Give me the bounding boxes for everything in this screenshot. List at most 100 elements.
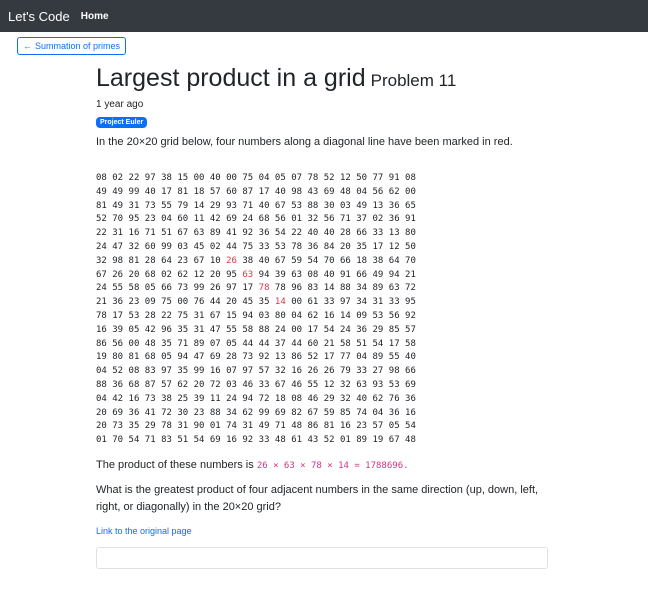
grid-cell: 81 [177, 186, 189, 197]
grid-cell: 52 [307, 352, 319, 363]
grid-cell: 57 [405, 324, 416, 335]
grid-cell: 57 [258, 366, 270, 377]
brand-link[interactable]: Let's Code [8, 9, 70, 24]
grid-cell: 39 [274, 269, 286, 280]
grid-cell: 04 [356, 186, 368, 197]
grid-cell: 69 [226, 214, 237, 225]
grid-cell: 85 [339, 407, 351, 418]
grid-cell: 81 [128, 352, 140, 363]
nav-home-link[interactable]: Home [81, 11, 109, 22]
grid-cell: 99 [161, 241, 172, 252]
grid-cell: 97 [144, 173, 156, 183]
grid-cell-highlighted: 63 [242, 269, 254, 280]
grid-cell: 02 [209, 241, 221, 252]
grid-cell: 78 [161, 421, 172, 432]
grid-cell: 73 [144, 200, 156, 211]
previous-problem-button[interactable]: ← Summation of primes [17, 37, 127, 55]
grid-cell: 47 [193, 352, 205, 363]
grid-cell: 96 [161, 324, 172, 335]
grid-cell: 03 [226, 379, 237, 390]
grid-cell: 89 [372, 352, 384, 363]
grid-cell: 40 [274, 186, 286, 197]
grid-cell: 34 [356, 283, 368, 294]
navbar: Let's Code Home [0, 0, 648, 32]
grid-cell: 72 [209, 379, 221, 390]
grid-cell: 60 [177, 214, 189, 225]
grid-cell: 32 [274, 366, 286, 377]
grid-cell: 76 [388, 393, 400, 404]
grid-cell: 42 [144, 324, 156, 335]
grid-cell: 18 [356, 255, 368, 266]
grid-cell: 00 [193, 173, 205, 183]
grid-cell: 67 [96, 269, 107, 280]
grid-cell: 36 [307, 241, 319, 252]
original-page-link[interactable]: Link to the original page [96, 526, 548, 536]
grid-cell: 17 [323, 352, 335, 363]
grid-cell: 32 [307, 214, 319, 225]
grid-cell: 67 [193, 255, 205, 266]
grid-row: 86 56 00 48 35 71 89 07 05 44 44 37 44 6… [96, 339, 416, 349]
grid-cell: 78 [291, 241, 303, 252]
grid-cell: 97 [226, 283, 237, 294]
grid-cell: 51 [356, 338, 368, 349]
grid-cell: 05 [274, 173, 286, 183]
grid-cell: 41 [226, 228, 237, 239]
grid-cell: 03 [339, 200, 351, 211]
grid-cell: 11 [209, 393, 221, 404]
grid-cell: 54 [323, 324, 335, 335]
tag-badge[interactable]: Project Euler [96, 117, 148, 128]
grid-cell: 26 [307, 366, 319, 377]
grid-cell: 52 [323, 435, 335, 446]
grid-cell: 34 [226, 407, 237, 418]
grid-cell: 21 [405, 269, 416, 280]
grid-cell: 33 [356, 366, 368, 377]
grid-cell: 04 [258, 173, 270, 183]
comment-input[interactable] [96, 546, 548, 569]
grid-cell: 29 [372, 324, 384, 335]
grid-cell: 53 [388, 379, 400, 390]
grid-cell: 68 [144, 269, 156, 280]
grid-row: 22 31 16 71 51 67 63 89 41 92 36 54 22 4… [96, 228, 416, 238]
grid-cell: 86 [307, 421, 319, 432]
grid-cell: 69 [405, 379, 416, 390]
grid-cell: 33 [258, 241, 270, 252]
grid-cell: 03 [177, 241, 189, 252]
grid-cell: 71 [339, 214, 351, 225]
grid-cell: 13 [372, 200, 384, 211]
grid-cell: 75 [242, 173, 254, 183]
grid-cell: 88 [96, 379, 107, 390]
grid-cell: 80 [405, 228, 416, 239]
grid-cell: 69 [209, 352, 221, 363]
grid-cell: 46 [307, 393, 319, 404]
grid-cell: 14 [193, 200, 205, 211]
grid-cell: 93 [372, 379, 384, 390]
grid-cell: 05 [226, 338, 237, 349]
grid-cell: 37 [356, 214, 368, 225]
grid-cell: 71 [144, 228, 156, 239]
grid-cell: 91 [405, 214, 416, 225]
grid-cell: 56 [372, 186, 384, 197]
grid-cell: 44 [226, 241, 237, 252]
grid-row: 32 98 81 28 64 23 67 10 26 38 40 67 59 5… [96, 256, 416, 266]
grid-cell: 28 [226, 352, 237, 363]
grid-cell: 55 [226, 324, 237, 335]
grid-cell: 60 [226, 186, 237, 197]
grid-cell: 61 [291, 435, 303, 446]
grid-cell: 31 [372, 297, 384, 308]
grid-cell: 51 [177, 435, 189, 446]
grid-cell: 46 [242, 379, 254, 390]
grid-row: 20 73 35 29 78 31 90 01 74 31 49 71 48 8… [96, 421, 416, 431]
grid-cell: 57 [209, 186, 221, 197]
grid-cell: 79 [177, 200, 189, 211]
grid-cell: 04 [161, 214, 172, 225]
grid-cell: 21 [323, 338, 335, 349]
arrow-left-icon: ← [23, 41, 32, 51]
grid-cell: 63 [291, 269, 303, 280]
timestamp: 1 year ago [96, 99, 144, 110]
grid-cell: 31 [242, 421, 254, 432]
grid-cell: 14 [339, 310, 351, 321]
grid-cell: 68 [128, 379, 140, 390]
grid-cell: 07 [226, 366, 237, 377]
grid-cell: 16 [405, 407, 416, 418]
grid-cell: 78 [307, 173, 319, 183]
